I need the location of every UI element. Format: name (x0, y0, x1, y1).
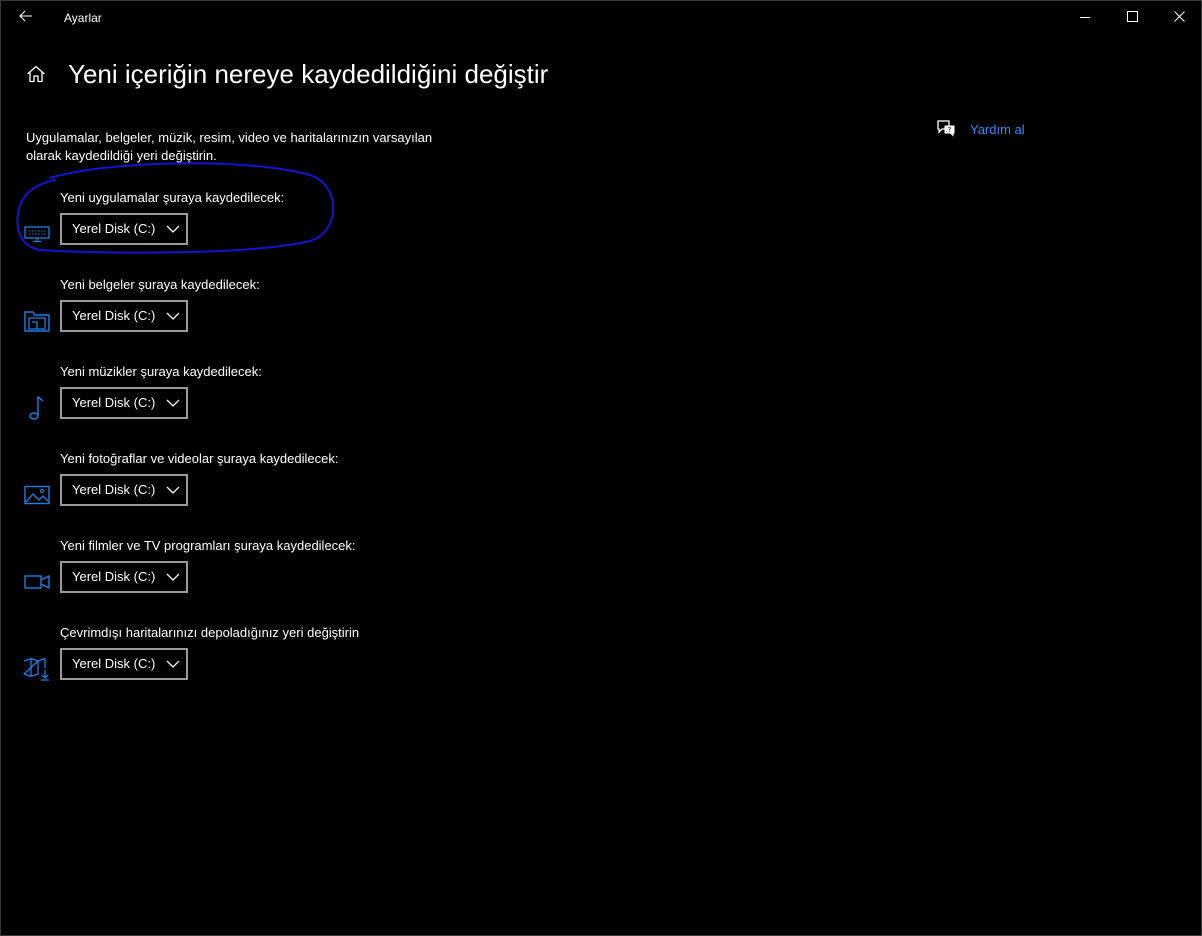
maximize-icon (1126, 9, 1138, 27)
monitor-icon (22, 221, 52, 247)
page-title: Yeni içeriğin nereye kaydedildiğini deği… (68, 59, 549, 89)
setting-row: Yeni filmler ve TV programları şuraya ka… (22, 538, 442, 618)
help-link[interactable]: ? Yardım al (936, 119, 1025, 139)
dropdown-value: Yerel Disk (C:) (72, 395, 156, 410)
documents-drive-icon (22, 308, 52, 334)
dropdown-value: Yerel Disk (C:) (72, 569, 156, 584)
dropdown-value: Yerel Disk (C:) (72, 482, 156, 497)
setting-row: Yeni belgeler şuraya kaydedilecek: Yerel … (22, 277, 442, 357)
back-button[interactable] (8, 2, 44, 34)
chevron-down-icon (166, 223, 180, 235)
music-note-icon (22, 395, 52, 421)
location-dropdown[interactable]: Yerel Disk (C:) (60, 300, 188, 332)
location-dropdown[interactable]: Yerel Disk (C:) (60, 213, 188, 245)
video-camera-icon (22, 569, 52, 595)
location-dropdown[interactable]: Yerel Disk (C:) (60, 561, 188, 593)
chevron-down-icon (166, 310, 180, 322)
setting-label: Yeni filmler ve TV programları şuraya ka… (60, 538, 356, 553)
setting-row: Yeni fotoğraflar ve videolar şuraya kayd… (22, 451, 442, 531)
dropdown-value: Yerel Disk (C:) (72, 656, 156, 671)
dropdown-value: Yerel Disk (C:) (72, 308, 156, 323)
svg-text:?: ? (948, 126, 952, 134)
page-description: Uygulamalar, belgeler, müzik, resim, vid… (26, 130, 433, 163)
setting-row: Yeni müzikler şuraya kaydedilecek: Yerel … (22, 364, 442, 444)
setting-label: Yeni uygulamalar şuraya kaydedilecek: (60, 190, 285, 205)
location-dropdown[interactable]: Yerel Disk (C:) (60, 648, 188, 680)
close-button[interactable] (1156, 0, 1202, 36)
close-icon (1173, 9, 1185, 27)
minimize-icon (1080, 9, 1090, 27)
location-dropdown[interactable]: Yerel Disk (C:) (60, 387, 188, 419)
setting-row: Yeni uygulamalar şuraya kaydedilecek: Yer… (22, 190, 442, 270)
home-button[interactable] (22, 62, 50, 90)
minimize-button[interactable] (1062, 0, 1108, 36)
setting-label: Yeni belgeler şuraya kaydedilecek: (60, 277, 260, 292)
app-title: Ayarlar (64, 11, 102, 25)
map-download-icon (22, 656, 52, 682)
chevron-down-icon (166, 658, 180, 670)
setting-row: Çevrimdışı haritalarınızı depoladığınız … (22, 625, 442, 705)
dropdown-value: Yerel Disk (C:) (72, 221, 156, 236)
maximize-button[interactable] (1109, 0, 1155, 36)
arrow-left-icon (19, 9, 33, 27)
picture-icon (22, 482, 52, 508)
setting-label: Yeni müzikler şuraya kaydedilecek: (60, 364, 262, 379)
location-dropdown[interactable]: Yerel Disk (C:) (60, 474, 188, 506)
setting-label: Çevrimdışı haritalarınızı depoladığınız … (60, 625, 360, 640)
chevron-down-icon (166, 571, 180, 583)
setting-label: Yeni fotoğraflar ve videolar şuraya kayd… (60, 451, 339, 466)
help-link-label: Yardım al (970, 121, 1025, 137)
title-bar: Ayarlar (0, 0, 1202, 36)
help-chat-icon: ? (936, 119, 956, 140)
chevron-down-icon (166, 397, 180, 409)
chevron-down-icon (166, 484, 180, 496)
home-icon (26, 65, 46, 88)
